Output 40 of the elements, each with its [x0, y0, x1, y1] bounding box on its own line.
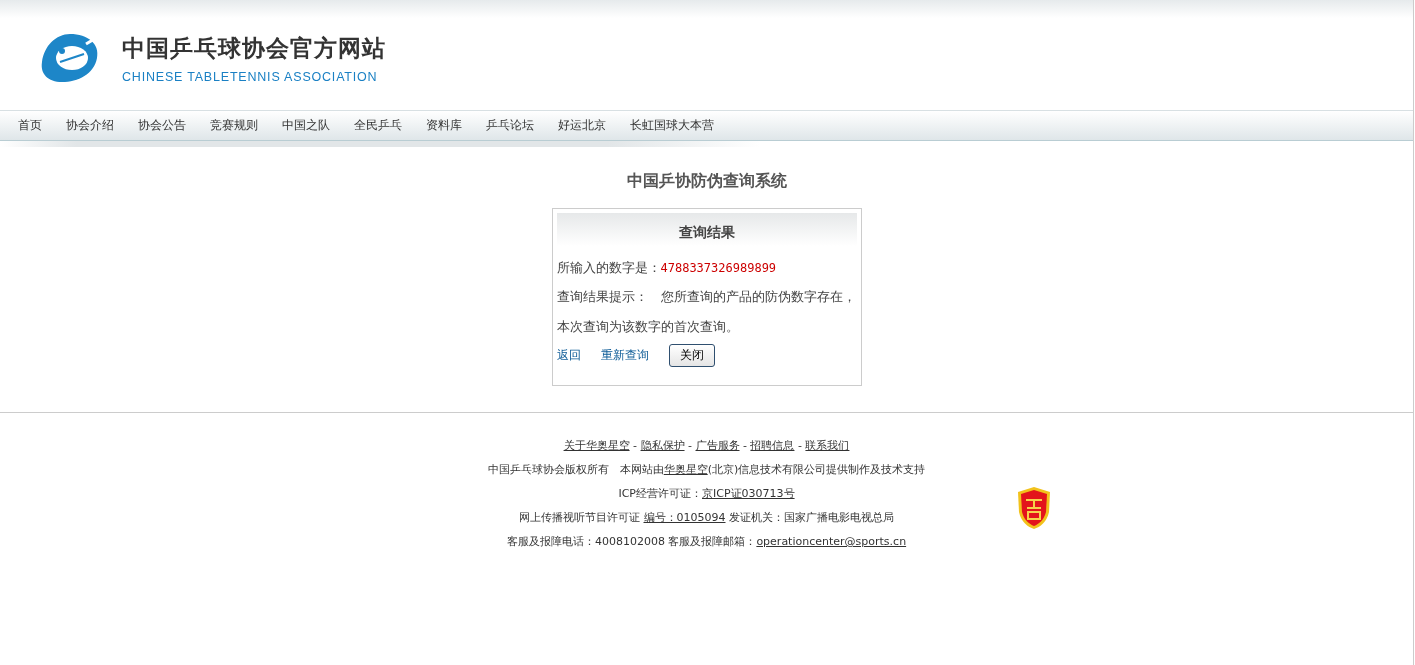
footer-link[interactable]: 联系我们 — [805, 439, 850, 452]
action-link[interactable]: 返回 — [556, 347, 581, 364]
footer-link[interactable]: 招聘信息 — [750, 439, 795, 452]
footer-text: 网上传播视听节目许可证 — [519, 511, 641, 524]
footer-text: - — [687, 439, 693, 452]
number-label: 所输入的数字是： — [556, 260, 661, 275]
footer-link[interactable]: 华奥星空 — [663, 463, 708, 476]
site-title: 中国乒乓球协会官方网站 — [122, 32, 386, 63]
footer-link[interactable]: operationcenter@sports.cn — [756, 535, 907, 548]
page-title: 中国乒协防伪查询系统 — [625, 171, 788, 192]
footer-link[interactable]: 京ICP证030713号 — [702, 487, 795, 500]
nav-link[interactable]: 协会介绍 — [66, 117, 114, 134]
nav-link[interactable]: 协会公告 — [138, 117, 186, 134]
footer-link[interactable]: 编号：0105094 — [643, 511, 726, 524]
footer-text: ICP经营许可证： — [618, 487, 702, 500]
footer-link[interactable]: 广告服务 — [695, 439, 740, 452]
footer-text: - — [632, 439, 639, 452]
nav-link[interactable]: 好运北京 — [558, 117, 606, 134]
nav-link[interactable]: 竞赛规则 — [210, 117, 258, 134]
footer-text: (北京)信息技术有限公司提供制作及技术支持 — [707, 463, 926, 476]
nav-link[interactable]: 首页 — [18, 117, 42, 134]
close-button[interactable]: 关闭 — [668, 344, 715, 367]
badge-icon — [1016, 486, 1052, 530]
footer-text: 发证机关：国家广播电影电视总局 — [728, 511, 894, 524]
nav-link[interactable]: 资料库 — [426, 117, 462, 134]
footer-text: 中国乒乓球协会版权所有 本网站由 — [487, 463, 664, 476]
nav-link[interactable]: 中国之队 — [282, 117, 330, 134]
footer-text: 客服及报障电话：4008102008 客服及报障邮箱： — [506, 535, 757, 548]
action-link[interactable]: 重新查询 — [600, 347, 649, 364]
footer-text: - — [742, 439, 748, 452]
nav-link[interactable]: 全民乒乓 — [354, 117, 402, 134]
footer-text: - — [796, 439, 803, 452]
nav-link[interactable]: 乒乓论坛 — [486, 117, 534, 134]
site-subtitle: CHINESE TABLETENNIS ASSOCIATION — [122, 69, 379, 84]
footer-link[interactable]: 关于华奥星空 — [563, 439, 630, 452]
result-hint: 查询结果提示： 您所查询的产品的防伪数字存在，本次查询为该数字的首次查询。 — [556, 288, 857, 336]
logo-icon — [40, 32, 100, 84]
nav-link[interactable]: 长虹国球大本营 — [630, 117, 714, 134]
number-value: 4788337326989899 — [660, 261, 777, 275]
footer-link[interactable]: 隐私保护 — [640, 439, 685, 452]
